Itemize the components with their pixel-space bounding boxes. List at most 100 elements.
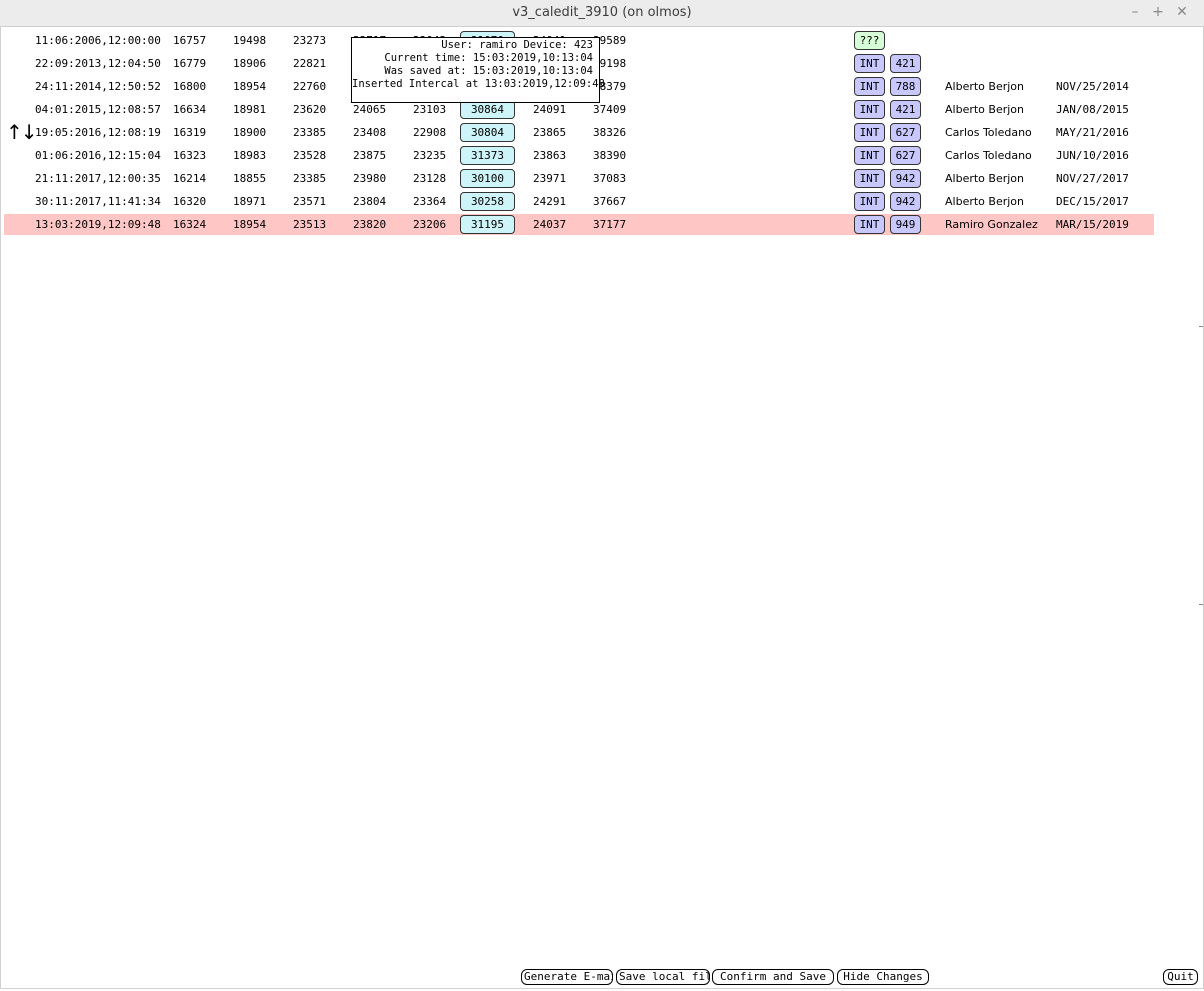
row-confirm-date: DEC/15/2017: [1056, 195, 1129, 208]
row-value-5: 23364: [413, 195, 447, 208]
row-device-button[interactable]: 942: [890, 192, 921, 211]
row-value-5: 23206: [413, 218, 447, 231]
row-value-1: 16323: [173, 149, 207, 162]
confirm-and-save-button[interactable]: Confirm and Save: [712, 969, 834, 985]
tooltip-saved-time: Was saved at: 15:03:2019,10:13:04: [384, 65, 593, 77]
row-value-2: 18954: [233, 218, 267, 231]
row-value-2: 19498: [233, 34, 267, 47]
row-device-button[interactable]: 421: [890, 54, 921, 73]
row-value-1: 16757: [173, 34, 207, 47]
row-date: 22:09:2013,12:04:50: [35, 57, 161, 70]
row-value-2: 18981: [233, 103, 267, 116]
row-value-5: 23235: [413, 149, 447, 162]
row-type-button[interactable]: INT: [854, 100, 885, 119]
row-value-4: 23408: [353, 126, 387, 139]
row-date: 11:06:2006,12:00:00: [35, 34, 161, 47]
row-date: 21:11:2017,12:00:35: [35, 172, 161, 185]
row-user-name: Alberto Berjon: [945, 80, 1024, 93]
row-value-1: 16320: [173, 195, 207, 208]
row-user-name: Alberto Berjon: [945, 172, 1024, 185]
row-date: 30:11:2017,11:41:34: [35, 195, 161, 208]
row-user-name: Carlos Toledano: [945, 126, 1032, 139]
row-device-button[interactable]: 788: [890, 77, 921, 96]
row-info-tooltip: User: ramiro Device: 423 Current time: 1…: [351, 37, 605, 103]
row-value-8: 37667: [593, 195, 627, 208]
row-editable-value[interactable]: 30804: [460, 123, 515, 142]
row-value-7: 23863: [533, 149, 567, 162]
save-local-file-button[interactable]: Save local file: [616, 969, 710, 985]
row-value-3: 22760: [293, 80, 327, 93]
close-button[interactable]: ✕: [1173, 3, 1191, 21]
row-editable-value[interactable]: 31195: [460, 215, 515, 234]
table-row[interactable]: 21:11:2017,12:00:35 16214 18855 23385 23980 2…: [4, 168, 1154, 189]
row-value-2: 18900: [233, 126, 267, 139]
row-value-3: 23273: [293, 34, 327, 47]
row-type-button[interactable]: INT: [854, 77, 885, 96]
table-row[interactable]: 30:11:2017,11:41:34 16320 18971 23571 23804 2…: [4, 191, 1154, 212]
row-value-3: 23528: [293, 149, 327, 162]
minimize-button[interactable]: –: [1126, 3, 1144, 21]
row-user-name: Alberto Berjon: [945, 103, 1024, 116]
row-value-5: 23103: [413, 103, 447, 116]
row-confirm-date: MAR/15/2019: [1056, 218, 1129, 231]
row-value-8: 38390: [593, 149, 627, 162]
row-type-button[interactable]: INT: [854, 215, 885, 234]
row-user-name: Carlos Toledano: [945, 149, 1032, 162]
row-value-4: 23804: [353, 195, 387, 208]
row-value-1: 16214: [173, 172, 207, 185]
hide-changes-button[interactable]: Hide Changes: [837, 969, 929, 985]
window-title: v3_caledit_3910 (on olmos): [512, 5, 692, 20]
sort-arrows-icon[interactable]: ↑↓: [6, 120, 37, 144]
row-date: 24:11:2014,12:50:52: [35, 80, 161, 93]
row-value-3: 23385: [293, 172, 327, 185]
row-type-button[interactable]: INT: [854, 123, 885, 142]
tooltip-user-line: User: ramiro Device: 423: [441, 39, 593, 51]
row-type-button[interactable]: INT: [854, 192, 885, 211]
row-editable-value[interactable]: 30100: [460, 169, 515, 188]
row-device-button[interactable]: 627: [890, 146, 921, 165]
row-value-8: 38326: [593, 126, 627, 139]
row-value-3: 23513: [293, 218, 327, 231]
row-value-4: 23875: [353, 149, 387, 162]
row-editable-value[interactable]: 30258: [460, 192, 515, 211]
row-value-7: 23865: [533, 126, 567, 139]
row-value-7: 24291: [533, 195, 567, 208]
maximize-button[interactable]: +: [1149, 3, 1167, 21]
row-value-4: 24065: [353, 103, 387, 116]
row-value-4: 23980: [353, 172, 387, 185]
row-value-1: 16634: [173, 103, 207, 116]
row-device-button[interactable]: 627: [890, 123, 921, 142]
row-value-5: 23128: [413, 172, 447, 185]
row-type-button[interactable]: INT: [854, 54, 885, 73]
table-row[interactable]: 01:06:2016,12:15:04 16323 18983 23528 23875 2…: [4, 145, 1154, 166]
row-value-3: 23571: [293, 195, 327, 208]
row-type-button[interactable]: INT: [854, 169, 885, 188]
row-date: 04:01:2015,12:08:57: [35, 103, 161, 116]
row-value-8: 37083: [593, 172, 627, 185]
row-type-button[interactable]: ???: [854, 31, 885, 50]
table-row[interactable]: 13:03:2019,12:09:48 16324 18954 23513 23820 2…: [4, 214, 1154, 235]
row-device-button[interactable]: 942: [890, 169, 921, 188]
quit-button[interactable]: Quit: [1163, 969, 1198, 985]
generate-email-button[interactable]: Generate E-mail: [521, 969, 613, 985]
row-confirm-date: NOV/25/2014: [1056, 80, 1129, 93]
row-device-button[interactable]: 949: [890, 215, 921, 234]
row-value-3: 23620: [293, 103, 327, 116]
row-confirm-date: NOV/27/2017: [1056, 172, 1129, 185]
row-confirm-date: JUN/10/2016: [1056, 149, 1129, 162]
tooltip-inserted-line: Inserted Intercal at 13:03:2019,12:09:48: [352, 78, 605, 90]
row-type-button[interactable]: INT: [854, 146, 885, 165]
row-value-7: 23971: [533, 172, 567, 185]
row-value-8: 37409: [593, 103, 627, 116]
row-value-4: 23820: [353, 218, 387, 231]
row-user-name: Alberto Berjon: [945, 195, 1024, 208]
window-titlebar[interactable]: v3_caledit_3910 (on olmos) – + ✕: [0, 0, 1204, 27]
row-value-2: 18954: [233, 80, 267, 93]
row-device-button[interactable]: 421: [890, 100, 921, 119]
row-editable-value[interactable]: 31373: [460, 146, 515, 165]
row-value-7: 24037: [533, 218, 567, 231]
table-row[interactable]: 19:05:2016,12:08:19 16319 18900 23385 23408 2…: [4, 122, 1154, 143]
row-value-2: 18855: [233, 172, 267, 185]
row-user-name: Ramiro Gonzalez: [945, 218, 1038, 231]
row-value-3: 23385: [293, 126, 327, 139]
